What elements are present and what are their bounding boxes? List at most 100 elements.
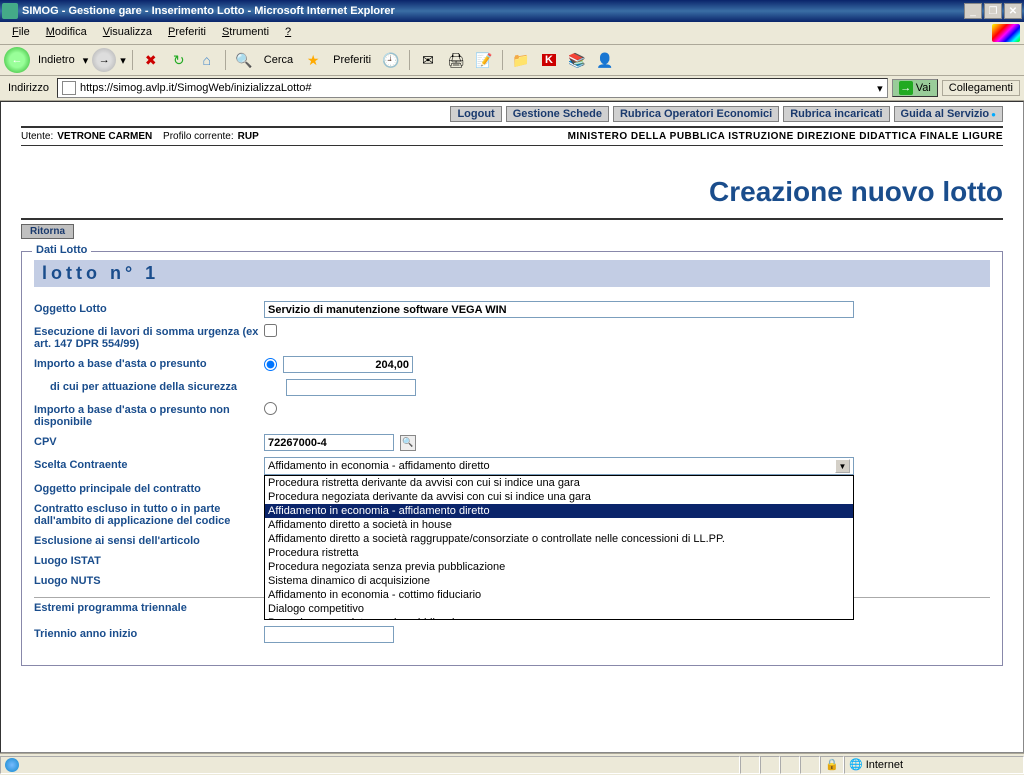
nav-gestione-schede[interactable]: Gestione Schede [506, 106, 609, 122]
status-seg [780, 756, 800, 774]
option[interactable]: Sistema dinamico di acquisizione [265, 574, 853, 588]
close-button[interactable]: ✕ [1004, 3, 1022, 19]
utente-label: Utente: [21, 131, 53, 142]
label-oggetto: Oggetto Lotto [34, 301, 264, 315]
menu-strumenti[interactable]: Strumenti [214, 24, 277, 42]
menubar: File Modifica Visualizza Preferiti Strum… [0, 22, 1024, 45]
page-title: Creazione nuovo lotto [21, 146, 1003, 218]
menu-file[interactable]: File [4, 24, 38, 42]
go-arrow-icon: → [899, 81, 913, 95]
option[interactable]: Affidamento diretto a società raggruppat… [265, 532, 853, 546]
option[interactable]: Procedura negoziata senza previa pubblic… [265, 560, 853, 574]
radio-importo[interactable] [264, 358, 277, 371]
label-scelta: Scelta Contraente [34, 457, 264, 471]
ie-logo-icon [992, 24, 1020, 42]
folder-button[interactable]: 📁 [509, 48, 533, 72]
input-sicurezza[interactable] [286, 379, 416, 396]
input-importo[interactable] [283, 356, 413, 373]
back-dropdown-icon[interactable]: ▾ [83, 54, 89, 67]
option[interactable]: Affidamento in economia - cottimo fiduci… [265, 588, 853, 602]
fieldset-legend: Dati Lotto [32, 244, 91, 256]
menu-modifica[interactable]: Modifica [38, 24, 95, 42]
refresh-button[interactable]: ↻ [167, 48, 191, 72]
edit-button[interactable]: 📝 [472, 48, 496, 72]
research-button[interactable]: 📚 [565, 48, 589, 72]
user-info-bar: Utente: VETRONE CARMEN Profilo corrente:… [21, 126, 1003, 146]
home-button[interactable]: ⌂ [195, 48, 219, 72]
forward-button[interactable]: → [92, 48, 116, 72]
nav-logout[interactable]: Logout [450, 106, 501, 122]
option[interactable]: Procedura negoziata derivante da avvisi … [265, 490, 853, 504]
input-triennio[interactable] [264, 626, 394, 643]
favorites-button[interactable]: ★ [301, 48, 325, 72]
address-input[interactable]: https://simog.avlp.it/SimogWeb/inizializ… [57, 78, 888, 98]
input-oggetto[interactable] [264, 301, 854, 318]
label-nuts: Luogo NUTS [34, 573, 264, 587]
status-bar: 🔒 🌐 Internet [0, 753, 1024, 775]
toolbar: ← Indietro ▾ → ▾ ✖ ↻ ⌂ 🔍 Cerca ★ Preferi… [0, 45, 1024, 76]
messenger-button[interactable]: 👤 [593, 48, 617, 72]
cpv-lookup-button[interactable]: 🔍 [400, 435, 416, 451]
mail-button[interactable]: ✉ [416, 48, 440, 72]
option[interactable]: Procedura ristretta derivante da avvisi … [265, 476, 853, 490]
zone-label: Internet [866, 759, 903, 771]
address-bar: Indirizzo https://simog.avlp.it/SimogWeb… [0, 76, 1024, 101]
links-button[interactable]: Collegamenti [942, 80, 1020, 96]
lotto-header: lotto n° 1 [34, 260, 990, 287]
label-oggetto-principale: Oggetto principale del contratto [34, 481, 264, 495]
address-url: https://simog.avlp.it/SimogWeb/inizializ… [80, 82, 312, 94]
menu-preferiti[interactable]: Preferiti [160, 24, 214, 42]
dropdown-arrow-icon[interactable]: ▼ [835, 459, 850, 473]
checkbox-urgenza[interactable] [264, 324, 277, 337]
menu-help[interactable]: ? [277, 24, 299, 42]
favorites-label: Preferiti [329, 54, 375, 66]
profilo-value: RUP [238, 131, 259, 142]
status-seg [760, 756, 780, 774]
status-zone: 🌐 Internet [844, 756, 1024, 774]
nav-rubrica-incaricati[interactable]: Rubrica incaricati [783, 106, 889, 122]
input-cpv[interactable] [264, 434, 394, 451]
select-scelta-list: Procedura ristretta derivante da avvisi … [264, 475, 854, 620]
status-seg [740, 756, 760, 774]
option[interactable]: Procedura negoziata previa pubblicazione [265, 616, 853, 620]
go-label: Vai [916, 82, 931, 94]
label-importo-nd: Importo a base d'asta o presunto non dis… [34, 402, 264, 428]
option[interactable]: Procedura ristretta [265, 546, 853, 560]
forward-dropdown-icon[interactable]: ▾ [120, 54, 126, 67]
nav-rubrica-operatori[interactable]: Rubrica Operatori Economici [613, 106, 779, 122]
option-selected[interactable]: Affidamento in economia - affidamento di… [265, 504, 853, 518]
back-button[interactable]: ← [4, 47, 30, 73]
antivirus-icon[interactable]: K [537, 48, 561, 72]
select-scelta-contraente[interactable]: Affidamento in economia - affidamento di… [264, 457, 854, 475]
label-istat: Luogo ISTAT [34, 553, 264, 567]
label-esclusione-art: Esclusione ai sensi dell'articolo [34, 533, 264, 547]
search-label: Cerca [260, 54, 297, 66]
go-button[interactable]: → Vai [892, 79, 938, 97]
window-title: SIMOG - Gestione gare - Inserimento Lott… [22, 5, 964, 17]
select-scelta-value: Affidamento in economia - affidamento di… [268, 460, 490, 472]
print-button[interactable]: 🖨 [444, 48, 468, 72]
minimize-button[interactable]: _ [964, 3, 982, 19]
label-urgenza: Esecuzione di lavori di somma urgenza (e… [34, 324, 264, 350]
ie-icon [5, 758, 19, 772]
back-label: Indietro [34, 54, 79, 66]
address-dropdown-icon[interactable]: ▾ [877, 82, 883, 95]
search-button[interactable]: 🔍 [232, 48, 256, 72]
radio-importo-nd[interactable] [264, 402, 277, 415]
nav-guida[interactable]: Guida al Servizio [894, 106, 1003, 122]
top-nav: Logout Gestione Schede Rubrica Operatori… [21, 102, 1003, 126]
stop-button[interactable]: ✖ [139, 48, 163, 72]
option[interactable]: Dialogo competitivo [265, 602, 853, 616]
content-area: Logout Gestione Schede Rubrica Operatori… [0, 101, 1024, 753]
dati-lotto-fieldset: Dati Lotto lotto n° 1 Oggetto Lotto Esec… [21, 251, 1003, 666]
utente-value: VETRONE CARMEN [57, 131, 152, 142]
history-button[interactable]: 🕘 [379, 48, 403, 72]
app-icon [2, 3, 18, 19]
page-icon [62, 81, 76, 95]
restore-button[interactable]: ❐ [984, 3, 1002, 19]
option[interactable]: Affidamento diretto a società in house [265, 518, 853, 532]
label-cpv: CPV [34, 434, 264, 448]
ritorna-button[interactable]: Ritorna [21, 224, 74, 239]
org-name: MINISTERO DELLA PUBBLICA ISTRUZIONE DIRE… [568, 131, 1003, 142]
menu-visualizza[interactable]: Visualizza [95, 24, 160, 42]
